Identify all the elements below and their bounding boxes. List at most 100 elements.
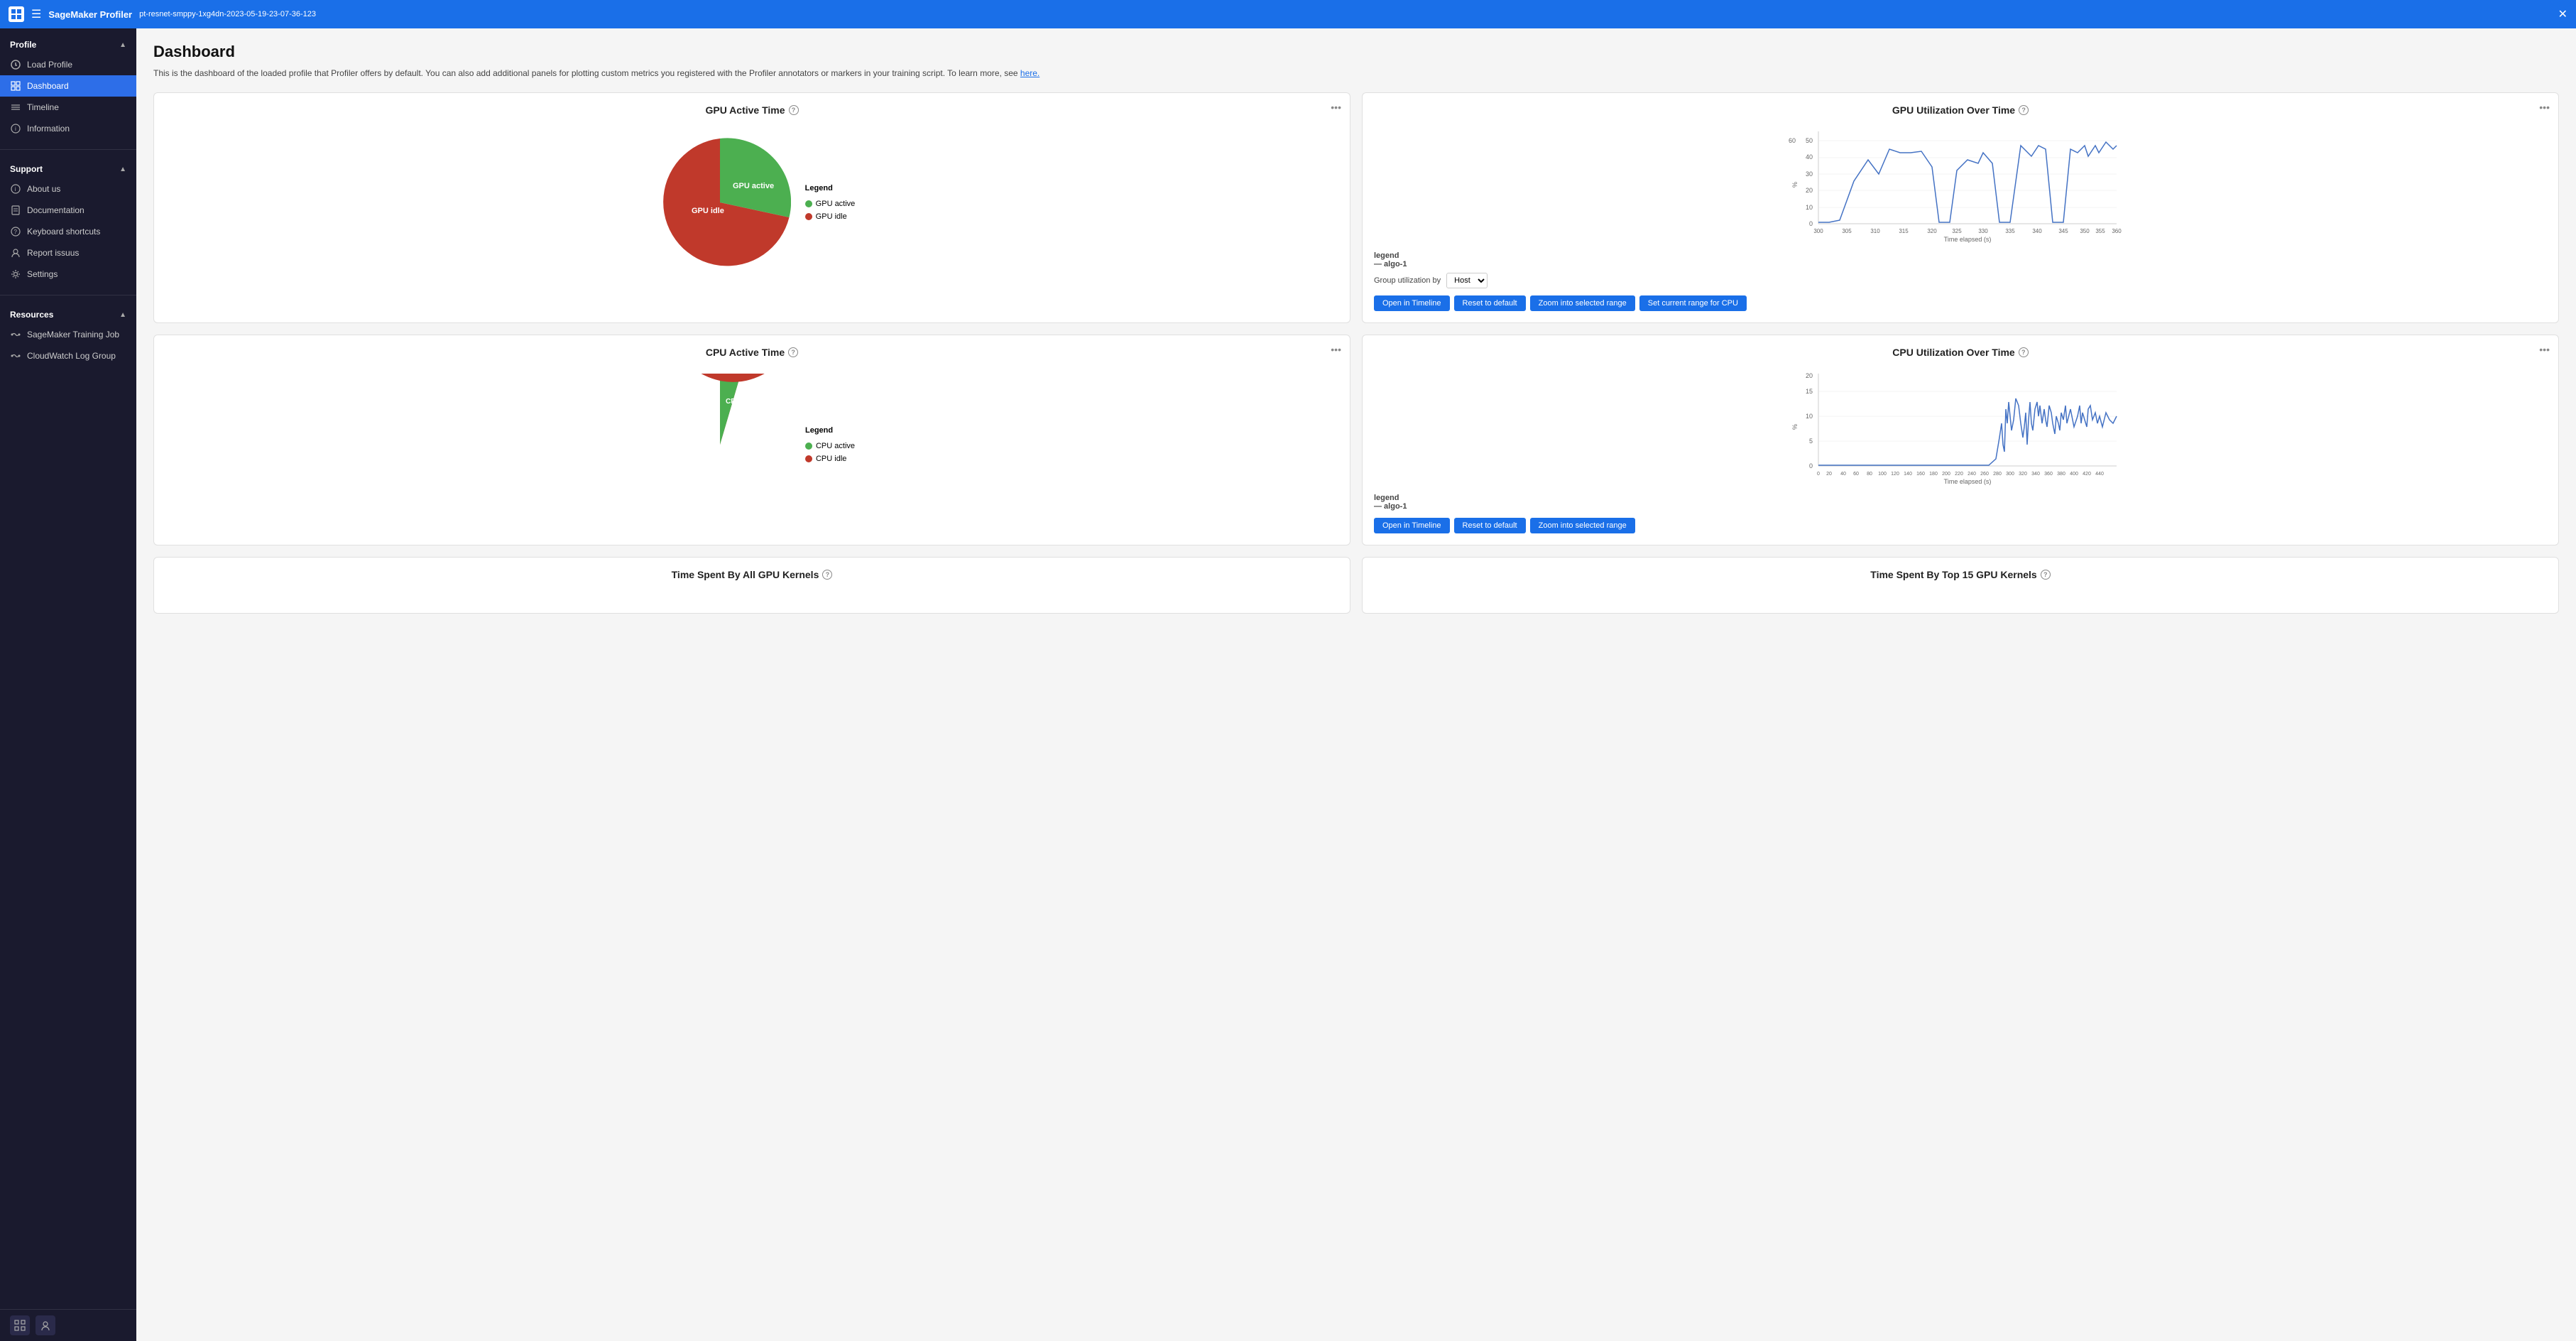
sidebar-item-timeline[interactable]: Timeline [0, 97, 136, 118]
svg-text:CPU idle: CPU idle [677, 460, 709, 468]
top-gpu-kernels-help-icon[interactable]: ? [2041, 570, 2051, 580]
gpu-utilization-chart: 0 10 20 30 40 50 60 % 300 305 310 315 [1374, 124, 2547, 249]
cpu-utilization-title: CPU Utilization Over Time ? [1374, 347, 2547, 358]
svg-text:10: 10 [1806, 413, 1813, 420]
dashboard-label: Dashboard [27, 81, 69, 91]
cloudwatch-label: CloudWatch Log Group [27, 351, 116, 361]
svg-text:40: 40 [1840, 472, 1846, 477]
gpu-util-help-icon[interactable]: ? [2019, 105, 2029, 115]
cpu-active-legend-active: CPU active [805, 442, 855, 450]
gpu-util-buttons: Open in Timeline Reset to default Zoom i… [1374, 295, 2547, 311]
page-description: This is the dashboard of the loaded prof… [153, 67, 2559, 80]
cpu-active-menu[interactable]: ••• [1331, 344, 1341, 355]
training-job-icon [10, 329, 21, 340]
svg-text:360: 360 [2112, 228, 2122, 234]
documentation-icon [10, 205, 21, 216]
group-util-select[interactable]: Host GPU [1446, 273, 1488, 288]
svg-text:?: ? [14, 229, 18, 235]
sidebar-item-keyboard[interactable]: ? Keyboard shortcuts [0, 221, 136, 242]
svg-text:0: 0 [1809, 220, 1813, 227]
cpu-util-help-icon[interactable]: ? [2019, 347, 2029, 357]
cpu-utilization-svg: 0 5 10 15 20 % 0 20 40 60 80 100 [1374, 367, 2547, 487]
sidebar: Profile ▲ Load Profile [0, 28, 136, 1341]
cpu-util-legend: legend — algo-1 [1374, 494, 2547, 511]
svg-text:%: % [1791, 182, 1799, 188]
sidebar-item-load-profile[interactable]: Load Profile [0, 54, 136, 75]
profile-section-header: Profile ▲ [0, 36, 136, 54]
gpu-open-timeline-button[interactable]: Open in Timeline [1374, 295, 1450, 311]
timeline-icon [10, 102, 21, 113]
keyboard-icon: ? [10, 226, 21, 237]
cpu-active-help-icon[interactable]: ? [788, 347, 798, 357]
gpu-active-legend-idle: GPU idle [805, 212, 856, 221]
cpu-util-menu[interactable]: ••• [2539, 344, 2550, 355]
gpu-zoom-button[interactable]: Zoom into selected range [1530, 295, 1635, 311]
svg-text:420: 420 [2083, 472, 2091, 477]
sidebar-item-report[interactable]: Report issuus [0, 242, 136, 264]
information-icon: i [10, 123, 21, 134]
here-link[interactable]: here. [1020, 68, 1039, 78]
svg-text:100: 100 [1878, 472, 1887, 477]
sidebar-item-training-job[interactable]: SageMaker Training Job [0, 324, 136, 345]
gpu-active-time-card: GPU Active Time ? ••• GPU idle GPU activ [153, 92, 1350, 323]
sidebar-item-about[interactable]: i About us [0, 178, 136, 200]
svg-text:340: 340 [2031, 472, 2040, 477]
gpu-kernels-card: Time Spent By All GPU Kernels ? [153, 557, 1350, 614]
sidebar-item-information[interactable]: i Information [0, 118, 136, 139]
close-button[interactable]: ✕ [2558, 7, 2567, 21]
svg-text:15: 15 [1806, 388, 1813, 395]
cpu-legend-title: Legend [805, 426, 855, 435]
svg-text:340: 340 [2032, 228, 2042, 234]
chevron-up-icon: ▲ [119, 41, 126, 49]
svg-text:260: 260 [1980, 472, 1989, 477]
sidebar-item-cloudwatch[interactable]: CloudWatch Log Group [0, 345, 136, 367]
svg-text:80: 80 [1867, 472, 1872, 477]
svg-text:345: 345 [2058, 228, 2068, 234]
keyboard-label: Keyboard shortcuts [27, 227, 100, 237]
menu-icon[interactable]: ☰ [31, 7, 41, 21]
gpu-active-menu[interactable]: ••• [1331, 102, 1341, 113]
gpu-util-menu[interactable]: ••• [2539, 102, 2550, 113]
report-label: Report issuus [27, 248, 79, 258]
gpu-active-legend-active: GPU active [805, 200, 856, 208]
svg-text:60: 60 [1853, 472, 1859, 477]
gpu-set-cpu-button[interactable]: Set current range for CPU [1639, 295, 1747, 311]
svg-text:305: 305 [1842, 228, 1852, 234]
sidebar-item-settings[interactable]: Settings [0, 264, 136, 285]
gpu-kernels-help-icon[interactable]: ? [822, 570, 832, 580]
svg-text:i: i [15, 126, 16, 132]
svg-text:220: 220 [1955, 472, 1963, 477]
svg-text:%: % [1791, 424, 1799, 430]
sidebar-bottom-icon-2[interactable] [36, 1315, 55, 1335]
svg-text:0: 0 [1817, 472, 1820, 477]
gpu-active-help-icon[interactable]: ? [789, 105, 799, 115]
svg-text:440: 440 [2095, 472, 2104, 477]
gpu-active-dot [805, 200, 812, 207]
sidebar-item-dashboard[interactable]: Dashboard [0, 75, 136, 97]
cpu-active-legend: Legend CPU active CPU idle [805, 426, 855, 463]
load-profile-label: Load Profile [27, 60, 72, 70]
svg-text:20: 20 [1806, 372, 1813, 379]
cpu-utilization-chart: 0 5 10 15 20 % 0 20 40 60 80 100 [1374, 367, 2547, 491]
svg-text:Time elapsed (s): Time elapsed (s) [1944, 236, 1992, 243]
svg-text:i: i [15, 186, 16, 192]
cpu-open-timeline-button[interactable]: Open in Timeline [1374, 518, 1450, 533]
gpu-legend-title: Legend [805, 184, 856, 192]
svg-text:335: 335 [2005, 228, 2015, 234]
svg-text:355: 355 [2095, 228, 2105, 234]
gpu-utilization-svg: 0 10 20 30 40 50 60 % 300 305 310 315 [1374, 124, 2547, 245]
profile-section: Profile ▲ Load Profile [0, 28, 136, 146]
dashboard-grid: GPU Active Time ? ••• GPU idle GPU activ [153, 92, 2559, 614]
cpu-reset-default-button[interactable]: Reset to default [1454, 518, 1526, 533]
gpu-reset-default-button[interactable]: Reset to default [1454, 295, 1526, 311]
cpu-idle-dot [805, 455, 812, 462]
timeline-label: Timeline [27, 102, 59, 112]
cpu-active-legend-idle: CPU idle [805, 455, 855, 463]
cpu-zoom-button[interactable]: Zoom into selected range [1530, 518, 1635, 533]
svg-text:20: 20 [1826, 472, 1832, 477]
sidebar-item-documentation[interactable]: Documentation [0, 200, 136, 221]
svg-text:10: 10 [1806, 204, 1813, 211]
sidebar-bottom-icon-1[interactable] [10, 1315, 30, 1335]
svg-text:140: 140 [1904, 472, 1912, 477]
job-id: pt-resnet-smppy-1xg4dn-2023-05-19-23-07-… [139, 10, 316, 18]
